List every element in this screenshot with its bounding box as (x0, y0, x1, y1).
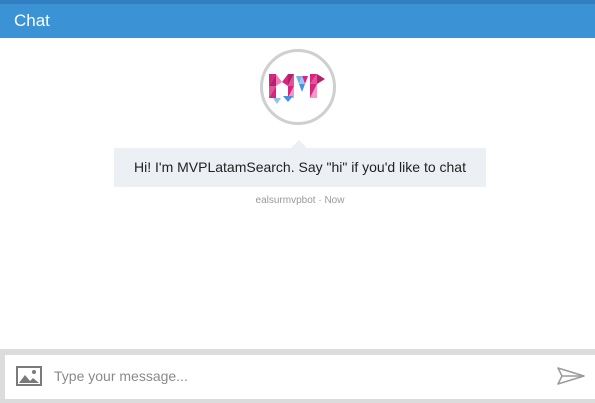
message-meta: ealsurmvpbot · Now (114, 195, 486, 206)
image-upload-button[interactable] (16, 366, 42, 386)
send-button[interactable] (556, 366, 586, 386)
message-time: Now (324, 195, 345, 206)
bot-message-bubble: Hi! I'm MVPLatamSearch. Say "hi" if you'… (114, 148, 486, 187)
message-bubble-tail (291, 140, 307, 148)
bot-avatar (260, 49, 336, 125)
chat-header: Chat (0, 4, 595, 38)
message-input[interactable] (54, 364, 534, 388)
meta-separator: · (318, 195, 322, 206)
bot-message-text: Hi! I'm MVPLatamSearch. Say "hi" if you'… (134, 159, 466, 175)
message-sender: ealsurmvpbot (255, 195, 316, 206)
mvp-logo-icon (269, 74, 325, 104)
image-upload-icon (16, 366, 42, 386)
send-icon (557, 367, 585, 385)
chat-title: Chat (14, 11, 50, 30)
